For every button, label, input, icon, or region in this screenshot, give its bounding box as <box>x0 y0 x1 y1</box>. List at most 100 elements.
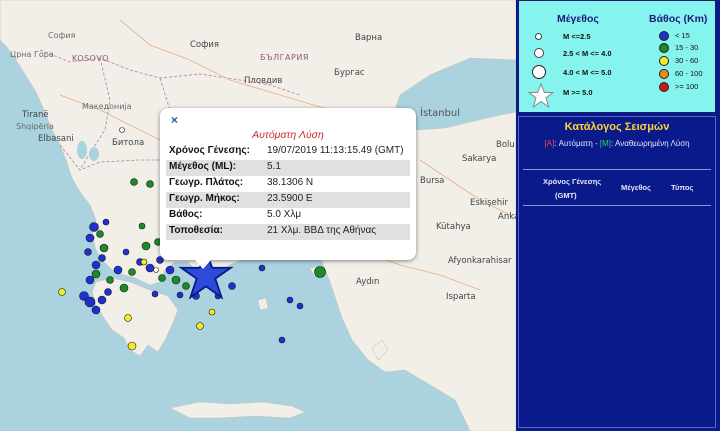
quake-marker <box>165 265 175 275</box>
map-label: Eskişehir <box>470 198 508 208</box>
detail-label: Τοποθεσία: <box>166 224 264 240</box>
map-label: Црна Гора <box>10 50 54 59</box>
legend-depth-item: >= 100 <box>675 82 699 91</box>
auto-tag: [A] <box>544 139 555 148</box>
side-panel: Μέγεθος Βάθος (Km) M <=2.5 2.5 < M <= 4.… <box>516 0 720 431</box>
legend-depth-item: 60 - 100 <box>675 69 703 78</box>
detail-row-depth: Βάθος: 5.0 Χλμ <box>166 208 410 224</box>
detail-row-magnitude: Μέγεθος (ML): 5.1 <box>166 160 410 176</box>
quake-marker <box>85 275 95 285</box>
depth-color-icon <box>659 43 669 53</box>
depth-color-icon <box>659 31 669 41</box>
map-label: Ankar <box>498 212 516 222</box>
map-label: Kütahya <box>436 222 471 232</box>
quake-marker <box>89 222 99 232</box>
popup-pointer <box>195 260 211 269</box>
map-label: София <box>190 40 220 50</box>
depth-color-icon <box>659 69 669 79</box>
quake-marker <box>84 248 92 256</box>
map-label: Варна <box>355 33 383 43</box>
quake-marker <box>98 254 106 262</box>
legend-magnitude-title: Μέγεθος <box>557 13 599 25</box>
map-label: Бургас <box>334 68 365 78</box>
lake-ohrid <box>77 141 87 159</box>
map-label: Shqipëria <box>16 122 54 131</box>
quake-marker <box>208 308 216 316</box>
quake-marker <box>153 267 159 273</box>
map-label: Isparta <box>446 292 476 302</box>
map-label: Elbasani <box>38 134 74 144</box>
magnitude-medium-icon <box>534 48 544 58</box>
map-label: Битола <box>112 138 145 148</box>
quake-marker <box>58 288 66 296</box>
magnitude-small-icon <box>535 33 542 40</box>
legend-magnitude-item: M >= 5.0 <box>563 88 593 97</box>
legend-depth-title: Βάθος (Km) <box>649 13 708 25</box>
legend-depth-item: < 15 <box>675 31 690 40</box>
quake-marker <box>102 218 110 226</box>
quake-marker <box>124 314 132 322</box>
quake-marker <box>146 180 154 188</box>
quake-marker <box>182 282 190 290</box>
legend-magnitude-item: M <=2.5 <box>563 32 591 41</box>
legend-depth-item: 15 - 30 <box>675 43 699 52</box>
quake-marker <box>296 302 304 310</box>
map-label: Bursa <box>420 176 445 186</box>
event-details-table: Χρόνος Γένεσης: 19/07/2019 11:13:15.49 (… <box>166 144 410 240</box>
map-label: Afyonkarahisar <box>448 256 512 266</box>
detail-row-time: Χρόνος Γένεσης: 19/07/2019 11:13:15.49 (… <box>166 144 410 160</box>
quake-marker <box>128 268 136 276</box>
quake-marker <box>141 241 151 251</box>
quake-marker <box>278 336 286 344</box>
legend-magnitude-item: 2.5 < M <= 4.0 <box>563 49 612 58</box>
detail-value: 5.1 <box>264 160 410 176</box>
event-popup: × Αυτόματη Λύση Χρόνος Γένεσης: 19/07/20… <box>160 108 416 269</box>
column-header-type[interactable]: Τύπος <box>671 183 693 192</box>
quake-marker <box>104 288 112 296</box>
quake-marker <box>145 263 155 273</box>
quake-marker <box>85 233 95 243</box>
column-header-time[interactable]: Χρόνος Γένεσης <box>543 177 601 186</box>
map-label: Tiranë <box>22 110 49 120</box>
map-label: KOSOVO <box>72 54 109 63</box>
depth-color-icon <box>659 82 669 92</box>
popup-close-button[interactable]: × <box>171 113 178 127</box>
seismic-map[interactable]: София София Tiranë Elbasani Битола БЪЛГА… <box>0 0 516 431</box>
catalog-title: Κατάλογος Σεισμών <box>564 121 670 133</box>
quake-marker <box>91 269 101 279</box>
detail-label: Βάθος: <box>169 209 203 220</box>
catalog-subtitle: [A]: Αυτόματη - [M]: Αναθεωρημένη Λύση <box>519 139 715 148</box>
quake-marker <box>91 260 101 270</box>
map-label: София <box>48 31 76 40</box>
map-label: Aydın <box>356 277 380 287</box>
magnitude-large-icon <box>532 65 546 79</box>
quake-marker <box>140 258 148 266</box>
detail-row-location: Τοποθεσία: 21 Χλμ. ΒΒΔ της Αθήνας <box>166 224 410 240</box>
detail-value: 38.1306 N <box>267 177 314 188</box>
quake-marker <box>91 305 101 315</box>
depth-color-icon <box>659 56 669 66</box>
quake-marker <box>196 322 204 330</box>
quake-marker <box>122 248 130 256</box>
detail-value: 5.0 Χλμ <box>267 209 302 220</box>
detail-value: 21 Χλμ. ΒΒΔ της Αθήνας <box>264 224 410 240</box>
naxos-island <box>257 297 269 311</box>
earthquake-catalog: Κατάλογος Σεισμών [A]: Αυτόματη - [M]: Α… <box>518 116 716 428</box>
manual-tag: [M] <box>599 139 611 148</box>
column-header-magnitude[interactable]: Μέγεθος <box>621 183 651 192</box>
popup-title: Αυτόματη Λύση <box>252 129 324 141</box>
quake-marker <box>96 230 104 238</box>
quake-marker <box>119 127 125 133</box>
map-label: Пловдив <box>244 76 283 86</box>
catalog-divider <box>523 169 711 170</box>
detail-label: Γεωγρ. Πλάτος: <box>169 177 244 188</box>
quake-marker <box>106 276 114 284</box>
column-header-time-unit: (GMT) <box>555 191 577 200</box>
auto-text: : Αυτόματη - <box>554 139 600 148</box>
legend-magnitude-item: 4.0 < M <= 5.0 <box>563 68 612 77</box>
map-label: Bolu <box>496 140 515 150</box>
quake-marker <box>99 243 109 253</box>
quake-marker <box>258 264 266 272</box>
quake-marker <box>176 291 184 299</box>
detail-value: 23.5900 E <box>264 192 410 208</box>
